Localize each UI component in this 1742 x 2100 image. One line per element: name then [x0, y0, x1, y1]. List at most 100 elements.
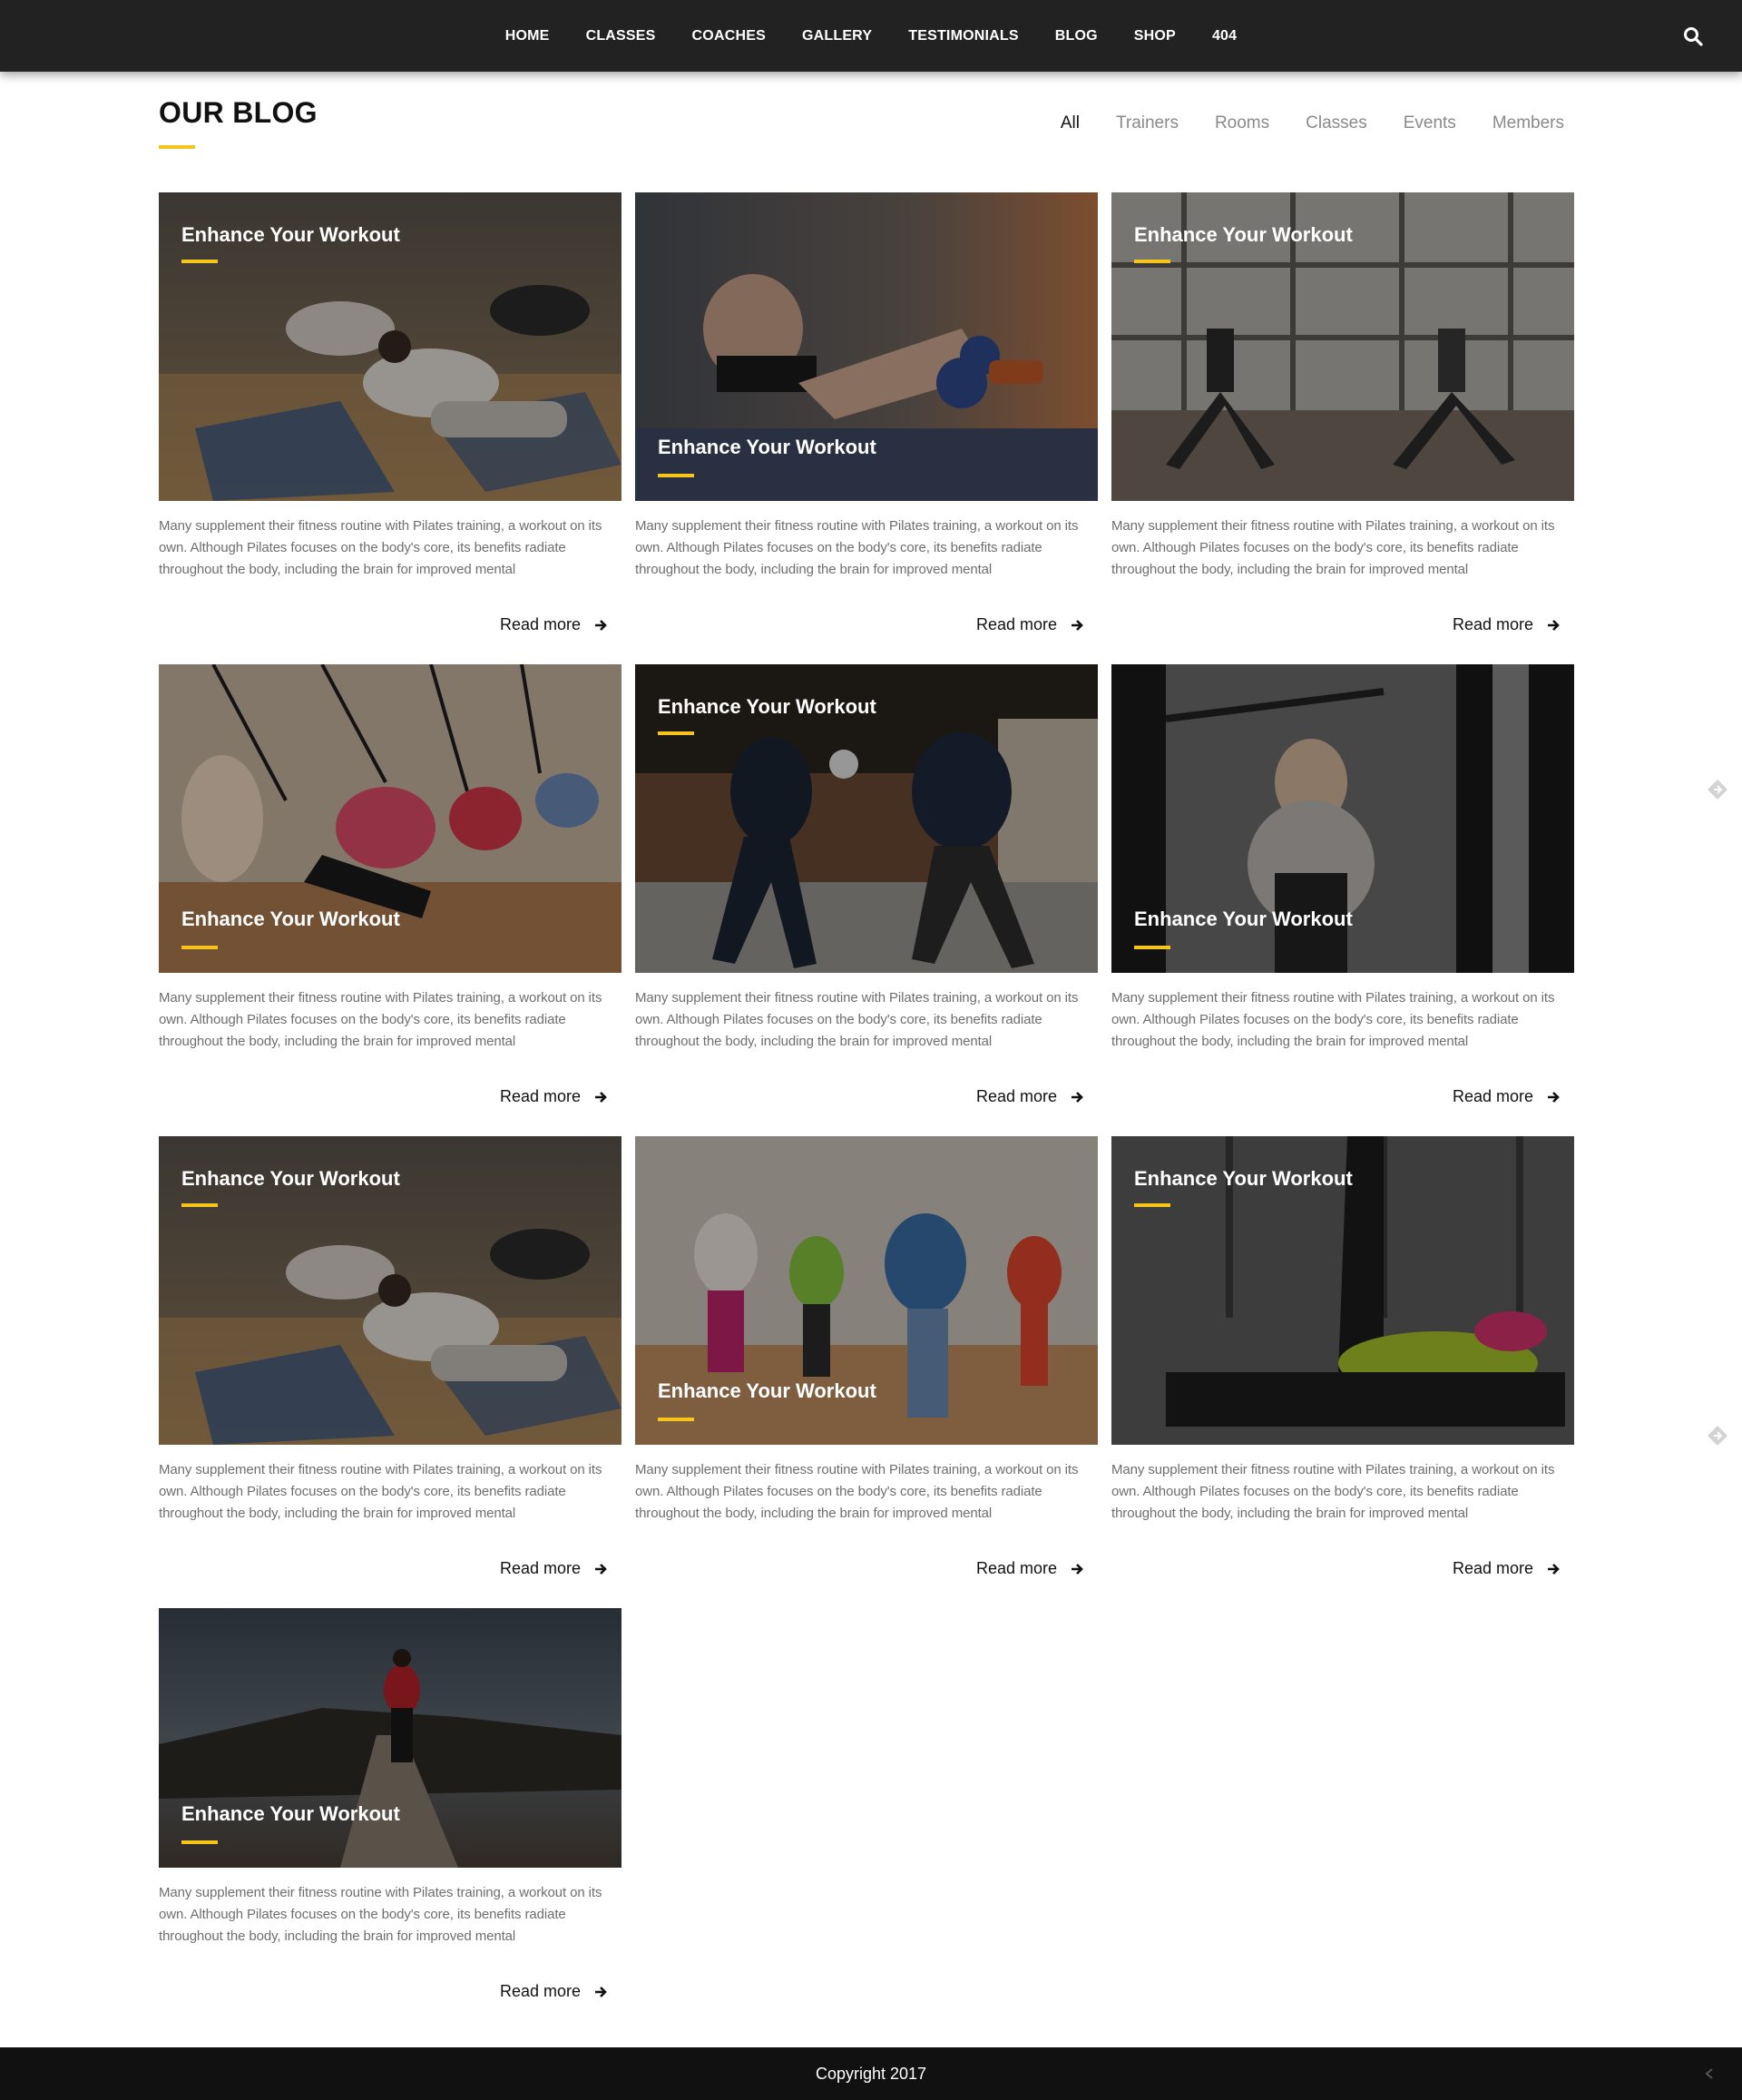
- image-overlay: [159, 1608, 621, 1868]
- arrow-right-icon: [1548, 1563, 1560, 1575]
- nav-blog[interactable]: BLOG: [1055, 28, 1098, 44]
- read-more-link[interactable]: Read more: [976, 615, 1084, 634]
- read-more-link[interactable]: Read more: [976, 1559, 1084, 1578]
- title-accent-bar: [1134, 946, 1170, 949]
- filter-rooms[interactable]: Rooms: [1215, 113, 1269, 133]
- post-excerpt: Many supplement their fitness routine wi…: [635, 990, 1079, 1049]
- post-title[interactable]: Enhance Your Workout: [1134, 1167, 1353, 1191]
- page-title: OUR BLOG: [159, 96, 318, 129]
- top-navigation-bar: HOME CLASSES COACHES GALLERY TESTIMONIAL…: [0, 0, 1742, 72]
- post-excerpt: Many supplement their fitness routine wi…: [1111, 518, 1555, 577]
- arrow-right-icon: [1072, 1563, 1083, 1575]
- blog-card-image[interactable]: Enhance Your Workout: [159, 192, 621, 501]
- blog-card-image[interactable]: Enhance Your Workout: [635, 1136, 1098, 1445]
- post-title[interactable]: Enhance Your Workout: [181, 908, 400, 931]
- title-accent-bar: [658, 731, 694, 735]
- filter-events[interactable]: Events: [1404, 113, 1456, 133]
- title-accent-bar: [1134, 260, 1170, 263]
- filter-classes[interactable]: Classes: [1306, 113, 1367, 133]
- title-accent-bar: [658, 1418, 694, 1421]
- read-more-label: Read more: [975, 1559, 1057, 1577]
- blog-card-image[interactable]: Enhance Your Workout: [1111, 192, 1574, 501]
- nav-home[interactable]: HOME: [505, 28, 550, 44]
- category-filters: All Trainers Rooms Classes Events Member…: [1024, 113, 1564, 133]
- title-accent-bar: [1134, 1203, 1170, 1207]
- post-excerpt: Many supplement their fitness routine wi…: [159, 990, 602, 1049]
- nav-coaches[interactable]: COACHES: [692, 28, 766, 44]
- read-more-label: Read more: [1452, 1559, 1533, 1577]
- post-title[interactable]: Enhance Your Workout: [1134, 223, 1353, 247]
- post-title[interactable]: Enhance Your Workout: [181, 1802, 400, 1826]
- filter-members[interactable]: Members: [1492, 113, 1564, 133]
- side-diamond-icon[interactable]: [1706, 1424, 1729, 1447]
- read-more-label: Read more: [499, 1087, 581, 1105]
- blog-card: Enhance Your Workout Many supplement the…: [1111, 1136, 1574, 1577]
- read-more-link[interactable]: Read more: [500, 1087, 608, 1106]
- read-more-link[interactable]: Read more: [500, 1559, 608, 1578]
- filter-trainers[interactable]: Trainers: [1116, 113, 1179, 133]
- filter-all[interactable]: All: [1061, 113, 1080, 133]
- arrow-right-icon: [1072, 1091, 1083, 1103]
- post-excerpt: Many supplement their fitness routine wi…: [159, 518, 602, 577]
- read-more-link[interactable]: Read more: [1453, 1559, 1561, 1578]
- post-title[interactable]: Enhance Your Workout: [181, 1167, 400, 1191]
- blog-card: Enhance Your Workout Many supplement the…: [635, 192, 1098, 633]
- footer: Copyright 2017: [0, 2047, 1742, 2100]
- blog-card-image[interactable]: Enhance Your Workout: [159, 1136, 621, 1445]
- post-title[interactable]: Enhance Your Workout: [181, 223, 400, 247]
- read-more-label: Read more: [975, 1087, 1057, 1105]
- read-more-label: Read more: [1452, 615, 1533, 633]
- chevron-left-icon[interactable]: [1704, 2067, 1715, 2080]
- post-excerpt: Many supplement their fitness routine wi…: [1111, 990, 1555, 1049]
- blog-card: Enhance Your Workout Many supplement the…: [1111, 664, 1574, 1105]
- title-accent-bar: [181, 946, 218, 949]
- title-underline: [159, 145, 195, 149]
- post-title[interactable]: Enhance Your Workout: [658, 695, 876, 719]
- read-more-label: Read more: [1452, 1087, 1533, 1105]
- title-accent-bar: [181, 1840, 218, 1844]
- blog-card: Enhance Your Workout Many supplement the…: [1111, 192, 1574, 633]
- blog-card: Enhance Your Workout Many supplement the…: [159, 1136, 621, 1577]
- read-more-link[interactable]: Read more: [1453, 615, 1561, 634]
- arrow-right-icon: [1548, 1091, 1560, 1103]
- nav-gallery[interactable]: GALLERY: [802, 28, 872, 44]
- blog-card-image[interactable]: Enhance Your Workout: [635, 192, 1098, 501]
- arrow-right-icon: [595, 1563, 607, 1575]
- blog-card: Enhance Your Workout Many supplement the…: [159, 664, 621, 1105]
- post-excerpt: Many supplement their fitness routine wi…: [635, 518, 1079, 577]
- arrow-right-icon: [1072, 619, 1083, 631]
- nav-404[interactable]: 404: [1212, 28, 1237, 44]
- blog-card: Enhance Your Workout Many supplement the…: [635, 1136, 1098, 1577]
- read-more-label: Read more: [499, 615, 581, 633]
- read-more-label: Read more: [499, 1982, 581, 2000]
- read-more-link[interactable]: Read more: [500, 615, 608, 634]
- blog-card: Enhance Your Workout Many supplement the…: [159, 1608, 621, 2000]
- post-excerpt: Many supplement their fitness routine wi…: [159, 1462, 602, 1521]
- copyright-text: Copyright 2017: [815, 2064, 927, 2083]
- blog-card-image[interactable]: Enhance Your Workout: [1111, 664, 1574, 973]
- search-icon[interactable]: [1682, 25, 1704, 47]
- read-more-link[interactable]: Read more: [976, 1087, 1084, 1106]
- post-title[interactable]: Enhance Your Workout: [658, 436, 876, 459]
- post-title[interactable]: Enhance Your Workout: [658, 1379, 876, 1403]
- read-more-label: Read more: [499, 1559, 581, 1577]
- arrow-right-icon: [1548, 619, 1560, 631]
- blog-card-image[interactable]: Enhance Your Workout: [635, 664, 1098, 973]
- post-title[interactable]: Enhance Your Workout: [1134, 908, 1353, 931]
- title-accent-bar: [181, 1203, 218, 1207]
- nav-shop[interactable]: SHOP: [1134, 28, 1176, 44]
- nav-classes[interactable]: CLASSES: [586, 28, 656, 44]
- blog-card-image[interactable]: Enhance Your Workout: [159, 664, 621, 973]
- arrow-right-icon: [595, 619, 607, 631]
- side-diamond-icon[interactable]: [1706, 778, 1729, 801]
- blog-card-image[interactable]: Enhance Your Workout: [159, 1608, 621, 1868]
- post-excerpt: Many supplement their fitness routine wi…: [635, 1462, 1079, 1521]
- blog-card: Enhance Your Workout Many supplement the…: [159, 192, 621, 633]
- arrow-right-icon: [595, 1986, 607, 1997]
- blog-card-image[interactable]: Enhance Your Workout: [1111, 1136, 1574, 1445]
- read-more-link[interactable]: Read more: [1453, 1087, 1561, 1106]
- arrow-right-icon: [595, 1091, 607, 1103]
- nav-testimonials[interactable]: TESTIMONIALS: [908, 28, 1019, 44]
- read-more-link[interactable]: Read more: [500, 1982, 608, 2001]
- main-nav: HOME CLASSES COACHES GALLERY TESTIMONIAL…: [0, 0, 1742, 72]
